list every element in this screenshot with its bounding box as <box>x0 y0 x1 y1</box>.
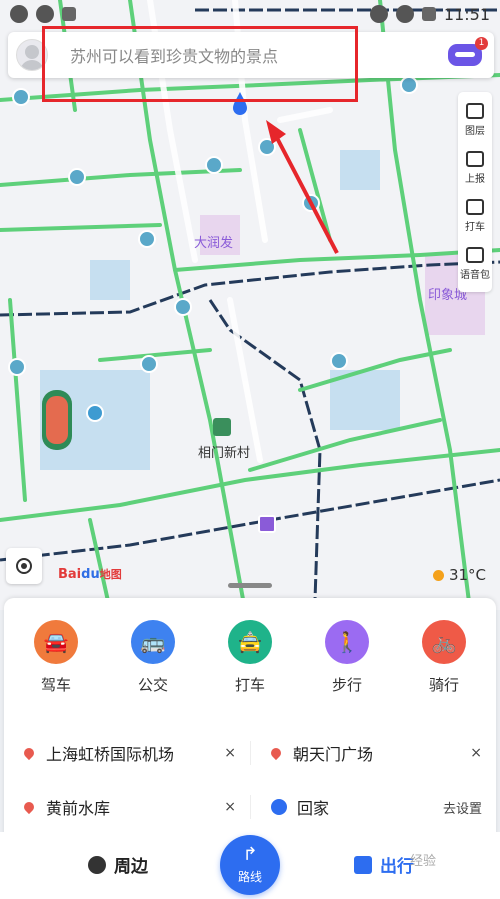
location-pin-icon <box>21 745 37 761</box>
sheet-handle[interactable] <box>228 583 272 588</box>
app-notification-icon <box>62 7 76 21</box>
taxi-icon: 🚖 <box>228 620 272 664</box>
metro-station-icon[interactable] <box>213 418 231 436</box>
poi-icon[interactable] <box>140 355 158 373</box>
poi-icon[interactable] <box>400 76 418 94</box>
travel-modes: 🚘 驾车 🚌 公交 🚖 打车 🚶 步行 🚲 骑行 <box>4 598 496 695</box>
wifi-icon <box>395 5 414 23</box>
annotation-highlight-box <box>42 26 358 102</box>
home-item[interactable]: 回家 去设置 <box>250 795 496 819</box>
nav-nearby[interactable]: 周边 <box>88 852 148 877</box>
sun-icon <box>432 569 444 581</box>
clock: 11:51 <box>443 4 490 24</box>
taxi-icon <box>466 199 484 215</box>
tool-voice[interactable]: 语音包 <box>458 240 492 288</box>
travel-icon <box>354 855 372 874</box>
poi-icon[interactable] <box>138 230 156 248</box>
crosshair-icon <box>16 558 32 574</box>
tool-taxi[interactable]: 打车 <box>458 192 492 240</box>
recent-row: 上海虹桥国际机场 × 朝天门广场 × <box>4 726 496 780</box>
status-bar: 11:51 <box>0 0 500 28</box>
poi-icon[interactable] <box>68 168 86 186</box>
walk-icon: 🚶 <box>325 620 369 664</box>
map-label-station[interactable]: 相门新村 <box>198 442 250 461</box>
poi-icon[interactable] <box>174 298 192 316</box>
close-icon[interactable]: × <box>470 745 482 761</box>
tool-report[interactable]: 上报 <box>458 144 492 192</box>
mode-bike[interactable]: 🚲 骑行 <box>420 620 468 695</box>
voice-icon <box>466 247 484 263</box>
set-home-link[interactable]: 去设置 <box>443 798 482 817</box>
locate-me-button[interactable] <box>6 548 42 584</box>
mode-drive[interactable]: 🚘 驾车 <box>32 620 80 695</box>
annotation-arrow <box>266 120 339 254</box>
location-status-icon <box>369 5 388 23</box>
nav-travel[interactable]: 出行 <box>354 852 414 877</box>
building-icon[interactable] <box>258 515 276 533</box>
recent-item[interactable]: 上海虹桥国际机场 × <box>4 741 250 765</box>
watermark: 经验 <box>410 854 437 869</box>
bus-icon: 🚌 <box>131 620 175 664</box>
assistant-icon[interactable]: 1 <box>448 37 488 66</box>
location-pin-icon <box>21 799 37 815</box>
mode-taxi[interactable]: 🚖 打车 <box>226 620 274 695</box>
compass-icon <box>88 855 106 874</box>
layers-icon <box>466 103 484 119</box>
car-icon: 🚘 <box>34 620 78 664</box>
bike-icon: 🚲 <box>422 620 466 664</box>
turn-arrow-icon: ↱ <box>242 843 258 865</box>
route-button[interactable]: ↱ 路线 <box>220 835 280 895</box>
map-tools: 图层 上报 打车 语音包 <box>458 92 492 292</box>
notification-icon <box>36 5 54 23</box>
close-icon[interactable]: × <box>224 799 236 815</box>
mode-walk[interactable]: 🚶 步行 <box>323 620 371 695</box>
mode-bus[interactable]: 🚌 公交 <box>129 620 177 695</box>
weather-indicator[interactable]: 31°C <box>432 566 486 584</box>
recent-row: 黄前水库 × 回家 去设置 <box>4 780 496 834</box>
school-icon[interactable] <box>86 404 104 422</box>
baidu-map-logo: Baidu地图 <box>58 567 122 582</box>
poi-icon[interactable] <box>12 88 30 106</box>
recent-destinations: 上海虹桥国际机场 × 朝天门广场 × 黄前水库 × 回家 去设置 <box>4 726 496 834</box>
poi-icon[interactable] <box>205 156 223 174</box>
poi-icon[interactable] <box>330 352 348 370</box>
location-pin-icon <box>268 745 284 761</box>
notification-icon <box>10 5 28 23</box>
close-icon[interactable]: × <box>224 745 236 761</box>
recent-item[interactable]: 黄前水库 × <box>4 795 250 819</box>
tool-layers[interactable]: 图层 <box>458 96 492 144</box>
poi-icon[interactable] <box>8 358 26 376</box>
recent-item[interactable]: 朝天门广场 × <box>250 741 496 765</box>
battery-icon <box>421 7 436 21</box>
home-icon <box>271 799 287 815</box>
assistant-badge: 1 <box>475 37 488 50</box>
map-canvas[interactable]: 11:51 苏州可以看到珍贵文物的景点 1 图层 上报 打车 语音包 大润发 印… <box>0 0 500 610</box>
bottom-sheet: 🚘 驾车 🚌 公交 🚖 打车 🚶 步行 🚲 骑行 上海虹桥国际机场 × 朝天门广… <box>4 598 496 838</box>
edit-report-icon <box>466 151 484 167</box>
map-label-runfa[interactable]: 大润发 <box>194 232 233 251</box>
